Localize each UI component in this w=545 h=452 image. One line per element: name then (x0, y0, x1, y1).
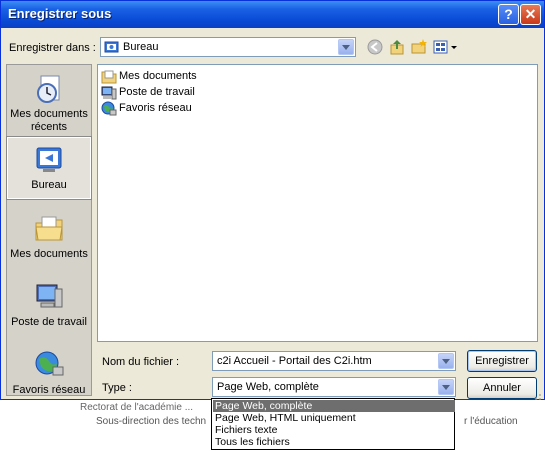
recent-documents-icon (37, 75, 60, 103)
chevron-down-icon[interactable] (438, 379, 454, 395)
place-my-computer[interactable]: Poste de travail (7, 281, 91, 329)
filename-value: c2i Accueil - Portail des C2i.htm (217, 355, 372, 367)
desktop-icon (36, 147, 62, 172)
place-label-network: Favoris réseau (12, 384, 86, 396)
chevron-down-icon[interactable] (338, 39, 354, 55)
file-list[interactable]: Mes documents Poste de travail Favoris r… (97, 64, 538, 342)
place-my-documents[interactable]: Mes documents (7, 213, 91, 261)
filename-label: Nom du fichier : (102, 356, 180, 368)
background-text-line-1: Rectorat de l'académie ... (80, 402, 194, 413)
dialog-title: Enregistrer sous (8, 6, 112, 21)
view-menu-icon[interactable] (433, 39, 459, 55)
filetype-dropdown-list: Page Web, complète Page Web, HTML unique… (211, 398, 455, 450)
place-recent-documents[interactable]: Mes documents récents (7, 73, 91, 134)
new-folder-icon[interactable] (411, 39, 427, 55)
save-as-dialog: Enregistrer sous ? ✕ Enregistrer dans : … (0, 0, 545, 400)
filetype-option-html-only[interactable]: Page Web, HTML uniquement (213, 412, 455, 424)
desktop-small-icon (104, 41, 119, 53)
network-places-icon (35, 351, 64, 376)
background-text-line-3: r l'éducation (464, 416, 518, 427)
close-button[interactable]: ✕ (520, 4, 541, 25)
save-button[interactable]: Enregistrer (467, 350, 537, 372)
back-icon[interactable] (367, 39, 383, 55)
save-in-label: Enregistrer dans : (9, 42, 96, 54)
place-label-recent: Mes documents récents (10, 108, 88, 133)
filetype-label: Type : (102, 382, 132, 394)
save-in-value: Bureau (123, 41, 159, 53)
my-computer-icon (36, 284, 63, 308)
up-folder-icon[interactable] (389, 39, 405, 55)
filetype-option-text[interactable]: Fichiers texte (213, 424, 455, 436)
place-desktop[interactable]: Bureau (6, 136, 92, 200)
chevron-down-icon[interactable] (438, 353, 454, 369)
background-text-line-2: Sous-direction des techn (96, 416, 207, 427)
filetype-option-all[interactable]: Tous les fichiers (213, 436, 455, 448)
cancel-button[interactable]: Annuler (467, 377, 537, 399)
place-label-desktop: Bureau (31, 179, 67, 191)
filetype-value: Page Web, complète (217, 381, 319, 393)
save-in-combobox[interactable]: Bureau (100, 37, 356, 57)
network-icon (101, 101, 117, 116)
file-name: Poste de travail (119, 86, 195, 98)
folder-icon (101, 70, 117, 84)
place-label-my-documents: Mes documents (10, 248, 88, 260)
filetype-select[interactable]: Page Web, complète (212, 377, 456, 397)
file-name: Mes documents (119, 70, 197, 82)
title-bar[interactable]: Enregistrer sous ? ✕ (1, 1, 544, 28)
computer-icon (101, 86, 117, 100)
help-button[interactable]: ? (498, 4, 519, 25)
filetype-option-complete[interactable]: Page Web, complète (213, 400, 455, 412)
filename-input[interactable]: c2i Accueil - Portail des C2i.htm (212, 351, 456, 371)
file-name: Favoris réseau (119, 102, 192, 114)
my-documents-icon (35, 216, 63, 241)
place-network[interactable]: Favoris réseau (7, 349, 91, 397)
places-bar: Mes documents récents Bureau Mes documen… (6, 64, 92, 396)
place-label-my-computer: Poste de travail (11, 316, 87, 328)
resize-grip-icon[interactable] (534, 393, 542, 401)
